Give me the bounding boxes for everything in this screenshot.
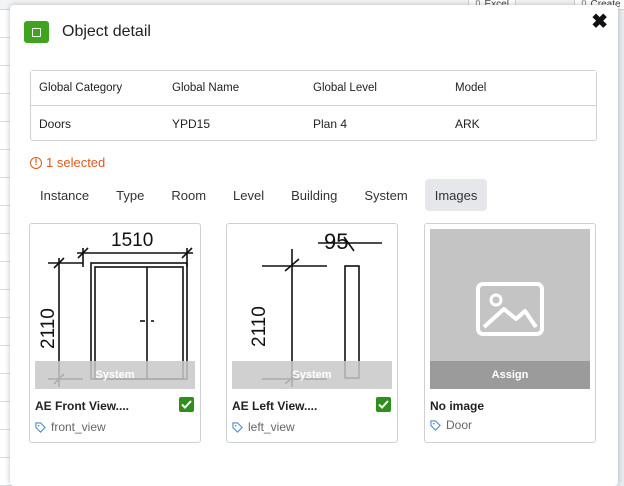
card-overlay-label: System <box>232 361 392 389</box>
table-cell: Plan 4 <box>313 116 348 131</box>
tag-icon <box>35 421 46 433</box>
table-cell: ARK <box>455 116 480 131</box>
tab-room[interactable]: Room <box>161 179 216 211</box>
modal-title: Object detail <box>62 23 151 40</box>
card-overlay-label: System <box>35 361 195 389</box>
table-row: Doors YPD15 Plan 4 ARK <box>31 106 596 141</box>
tab-building[interactable]: Building <box>281 179 347 211</box>
card-tag-label: left_view <box>248 420 295 434</box>
tab-instance[interactable]: Instance <box>30 179 99 211</box>
width-dimension-label: 95 <box>324 229 348 254</box>
checkmark-icon <box>378 400 389 409</box>
card-tag: Door <box>430 418 472 432</box>
table-header-cell: Global Category <box>39 82 123 94</box>
modal-header: Object detail <box>24 21 151 43</box>
table-header-cell: Global Name <box>172 82 240 94</box>
checkbox-checked[interactable] <box>376 397 391 412</box>
checkmark-icon <box>181 400 192 409</box>
object-info-table: Global Category Global Name Global Level… <box>30 70 597 141</box>
image-card-left-view[interactable]: 95 2110 System AE Left View.... left_vie… <box>226 223 398 443</box>
tab-system[interactable]: System <box>354 179 417 211</box>
image-card-front-view[interactable]: 1510 2110 System AE Front View.... front… <box>29 223 201 443</box>
tab-level[interactable]: Level <box>223 179 274 211</box>
image-placeholder: Assign <box>430 229 590 389</box>
width-dimension-label: 1510 <box>111 230 153 251</box>
selection-text: 1 selected <box>46 155 106 170</box>
tab-type[interactable]: Type <box>106 179 154 211</box>
assign-button[interactable]: Assign <box>430 361 590 389</box>
exclamation-icon: ! <box>30 156 42 169</box>
selection-indicator: ! 1 selected <box>30 155 105 170</box>
card-tag: front_view <box>35 420 106 434</box>
card-tag-label: front_view <box>51 420 106 434</box>
checkbox-checked[interactable] <box>179 397 194 412</box>
object-detail-modal: Object detail ✖ Global Category Global N… <box>10 5 618 486</box>
card-tag-label: Door <box>446 418 473 432</box>
table-cell: YPD15 <box>172 116 211 131</box>
detail-tabs: Instance Type Room Level Building System… <box>30 179 494 211</box>
card-title: AE Front View.... <box>35 399 130 413</box>
image-card-no-image[interactable]: Assign No image Door <box>424 223 596 443</box>
table-header-cell: Global Level <box>313 82 377 94</box>
table-header-cell: Model <box>455 82 487 94</box>
height-dimension-label: 2110 <box>249 306 270 347</box>
left-view-drawing: 95 2110 System <box>232 229 392 389</box>
card-title: No image <box>430 399 485 413</box>
table-cell: Doors <box>39 116 72 131</box>
front-view-drawing: 1510 2110 System <box>35 229 195 389</box>
height-dimension-label: 2110 <box>38 308 59 349</box>
tag-icon <box>430 419 441 431</box>
card-title: AE Left View.... <box>232 399 318 413</box>
tab-images[interactable]: Images <box>424 179 488 211</box>
card-tag: left_view <box>232 420 295 434</box>
tag-icon <box>232 421 243 433</box>
object-icon <box>24 21 49 43</box>
close-icon[interactable]: ✖ <box>591 12 608 32</box>
table-header-row: Global Category Global Name Global Level… <box>31 71 596 106</box>
